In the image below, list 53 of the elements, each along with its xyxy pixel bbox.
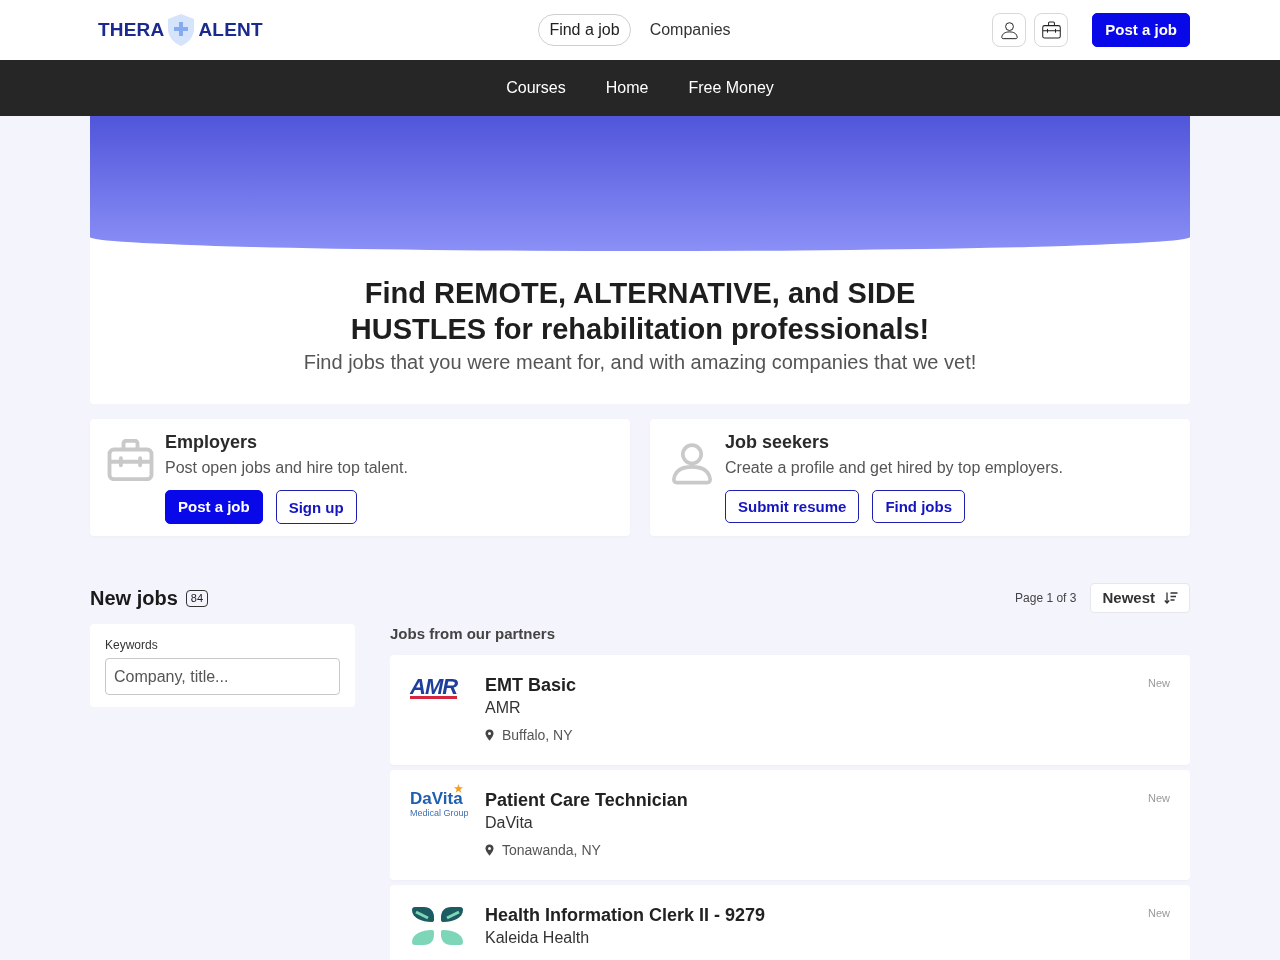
- nav-link[interactable]: Companies: [638, 14, 742, 46]
- logo-subtitle: Medical Group: [410, 808, 469, 819]
- hero-title: Find REMOTE, ALTERNATIVE, and SIDE HUSTLES for rehabilitation professionals!: [349, 276, 931, 347]
- section-title: New jobs: [90, 586, 178, 610]
- map-pin-icon: [485, 844, 494, 856]
- card-title: Employers: [165, 431, 259, 453]
- action-button[interactable]: Find jobs: [872, 490, 966, 523]
- job-location: Tonawanda, NY: [502, 841, 601, 860]
- sort-icon: [1164, 592, 1178, 604]
- list-heading: Jobs from our partners: [390, 624, 557, 644]
- job-location: Buffalo, NY: [502, 726, 573, 745]
- hero-subtitle: Find jobs that you were meant for, and with amazing companies that we vet!: [302, 350, 978, 375]
- briefcase-button[interactable]: [1034, 13, 1069, 47]
- logo-text: ALENT: [198, 17, 263, 42]
- company-logo-icon: [410, 906, 465, 946]
- job-title: Patient Care Technician: [485, 789, 689, 812]
- map-pin-icon: [485, 729, 494, 741]
- card-description: Post open jobs and hire top talent.: [165, 458, 408, 478]
- company-name: DaVita: [485, 813, 534, 833]
- company-name: Kaleida Health: [485, 928, 591, 948]
- company-logo: DaVita: [410, 790, 463, 808]
- nav-link[interactable]: Free Money: [688, 76, 774, 100]
- logo-text: THERA: [98, 17, 165, 42]
- page-indicator: Page 1 of 3: [1015, 590, 1077, 607]
- shield-plus-icon: [168, 14, 195, 46]
- new-label: New: [1148, 906, 1170, 921]
- user-icon: [672, 441, 712, 486]
- account-button[interactable]: [992, 13, 1027, 47]
- new-label: New: [1148, 791, 1170, 806]
- action-button[interactable]: Submit resume: [725, 490, 860, 523]
- sort-button[interactable]: Newest: [1090, 583, 1190, 613]
- star-icon: [453, 784, 463, 793]
- job-card[interactable]: AMR EMT Basic AMR Buffalo, NY New: [390, 655, 1190, 765]
- user-icon: [1000, 20, 1018, 40]
- nav-link[interactable]: Courses: [506, 76, 566, 100]
- action-button[interactable]: Sign up: [275, 490, 357, 524]
- company-logo: AMR: [410, 678, 458, 699]
- field-label: Keywords: [105, 637, 159, 654]
- job-title: Health Information Clerk II - 9279: [485, 904, 767, 927]
- new-label: New: [1148, 676, 1170, 691]
- briefcase-icon: [1041, 21, 1061, 39]
- company-name: AMR: [485, 698, 522, 718]
- job-title: EMT Basic: [485, 674, 578, 697]
- briefcase-icon: [107, 439, 154, 481]
- count-badge: 84: [185, 589, 209, 607]
- action-button[interactable]: Post a job: [165, 490, 263, 524]
- keywords-field[interactable]: Company, title...: [105, 658, 340, 695]
- job-card[interactable]: Health Information Clerk II - 9279 Kaleida Health New: [390, 885, 1190, 960]
- card-description: Create a profile and get hired by top employers.: [725, 458, 1063, 478]
- job-card[interactable]: DaVita Medical Group Patient Care Technician DaVita Tonawanda, NY New: [390, 770, 1190, 880]
- card-title: Job seekers: [725, 431, 831, 453]
- nav-link[interactable]: Home: [605, 76, 649, 100]
- post-job-button[interactable]: Post a job: [1092, 13, 1190, 47]
